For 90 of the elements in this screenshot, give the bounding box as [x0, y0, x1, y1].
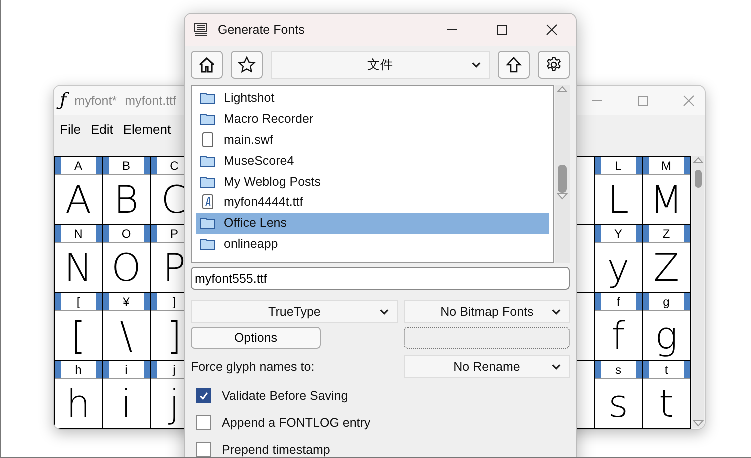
checkbox-label: Validate Before Saving	[222, 388, 348, 402]
caret-icon	[552, 308, 561, 314]
caret-icon	[472, 62, 481, 68]
file-icon	[200, 132, 216, 148]
glyph-label: [	[55, 293, 102, 311]
check-icon	[198, 390, 208, 400]
glyph-label: A	[55, 157, 102, 175]
glyph-label: h	[55, 361, 102, 379]
glyph[interactable]: t	[643, 379, 690, 428]
glyph[interactable]: [	[55, 311, 102, 360]
star-icon	[238, 56, 256, 74]
window-title: myfont*	[74, 94, 118, 108]
scrollbar-thumb[interactable]	[694, 170, 702, 188]
glyph[interactable]: h	[55, 379, 102, 428]
home-button[interactable]	[191, 51, 223, 79]
glyph-label: Z	[643, 225, 690, 243]
font-file-icon	[200, 194, 216, 210]
glyph[interactable]: Z	[643, 243, 690, 292]
checkbox[interactable]	[196, 415, 211, 430]
home-icon	[198, 56, 216, 74]
file-list-item[interactable]: myfon4444t.ttf	[196, 192, 549, 213]
checkbox[interactable]	[196, 388, 211, 403]
up-button[interactable]	[498, 51, 530, 79]
glyph[interactable]: g	[643, 311, 690, 360]
glyph-label: f	[595, 293, 642, 311]
up-arrow-icon	[505, 56, 523, 74]
maximize-icon[interactable]	[496, 24, 508, 36]
glyph[interactable]: i	[103, 379, 150, 428]
scroll-up-icon[interactable]	[557, 85, 568, 93]
glyph-label: B	[103, 157, 150, 175]
window-filename: myfont.ttf	[125, 94, 176, 108]
bitmap-dropdown[interactable]: No Bitmap Fonts	[404, 300, 570, 323]
scrollbar[interactable]	[555, 85, 570, 263]
glyph[interactable]: A	[55, 175, 102, 224]
folder-icon	[200, 236, 216, 251]
glyph-label: M	[643, 157, 690, 175]
close-icon[interactable]	[546, 24, 558, 36]
file-list-item[interactable]: My Weblog Posts	[196, 171, 549, 192]
glyph[interactable]: O	[103, 243, 150, 292]
checkbox[interactable]	[196, 442, 211, 457]
folder-icon	[200, 91, 216, 106]
scroll-up-icon[interactable]	[692, 156, 704, 164]
file-list-item[interactable]: Office Lens	[196, 212, 549, 234]
file-list-item[interactable]: onlineapp	[196, 234, 549, 254]
settings-icon	[545, 56, 563, 74]
filename-field[interactable]: myfont555.ttf	[191, 267, 570, 290]
checkbox-label: Prepend timestamp	[222, 442, 330, 456]
folder-icon	[200, 154, 216, 168]
bookmark-button[interactable]	[231, 51, 263, 79]
menu-item[interactable]: Element	[123, 122, 172, 137]
checkbox-label: Append a FONTLOG entry	[222, 416, 371, 430]
glyph[interactable]: M	[643, 175, 690, 224]
file-list-item[interactable]: Lightshot	[196, 88, 549, 109]
settings-button[interactable]	[538, 51, 570, 79]
options-button[interactable]: Options	[191, 327, 321, 349]
glyph[interactable]: L	[595, 175, 642, 224]
glyph-label: L	[595, 157, 642, 175]
glyph-label: ¥	[103, 293, 150, 311]
glyph[interactable]: s	[595, 379, 642, 428]
format-dropdown[interactable]: TrueType	[191, 300, 398, 323]
folder-dropdown[interactable]: 文件	[271, 51, 490, 79]
field-label: Force glyph names to:	[191, 360, 315, 374]
scrollbar[interactable]	[692, 156, 704, 428]
glyph[interactable]: f	[595, 311, 642, 360]
rename-dropdown[interactable]: No Rename	[404, 355, 570, 378]
folder-icon	[200, 112, 216, 126]
glyph-label: O	[103, 225, 150, 243]
glyph-label: Y	[595, 225, 642, 243]
app-icon	[194, 23, 208, 37]
glyph[interactable]: \	[103, 311, 150, 360]
caret-icon	[552, 364, 561, 370]
glyph[interactable]: N	[55, 243, 102, 292]
glyph-label: N	[55, 225, 102, 243]
glyph-label: t	[643, 361, 690, 379]
file-list-item[interactable]: MuseScore4	[196, 150, 549, 172]
file-list-item[interactable]: main.swf	[196, 130, 549, 150]
scrollbar-thumb[interactable]	[558, 165, 567, 193]
file-list-item[interactable]: Macro Recorder	[196, 108, 549, 130]
glyph[interactable]: y	[595, 243, 642, 292]
menu-item[interactable]: File	[60, 122, 81, 137]
menu-item[interactable]: Edit	[90, 122, 114, 137]
glyph-label: i	[103, 361, 150, 379]
caret-icon	[380, 308, 390, 314]
scroll-down-icon[interactable]	[692, 420, 704, 428]
glyph[interactable]: B	[103, 175, 150, 224]
glyph-label: g	[643, 293, 690, 311]
window-title: Generate Fonts	[218, 23, 305, 37]
glyph-label: s	[595, 361, 642, 379]
folder-icon	[200, 174, 216, 189]
folder-icon	[200, 216, 216, 230]
